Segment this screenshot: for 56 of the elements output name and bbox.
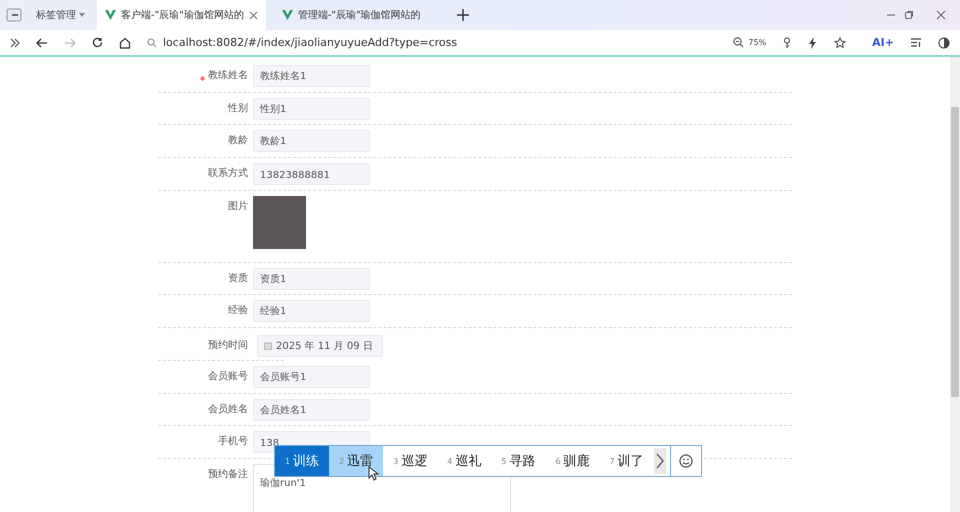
field-label: 性别 (228, 102, 248, 114)
input-field[interactable]: 性别1 (253, 98, 370, 120)
field-label: 教练姓名 (200, 70, 248, 81)
search-icon (147, 38, 157, 48)
ime-candidate[interactable]: 1 训练 (275, 446, 330, 476)
ai-button[interactable]: AI+ (872, 36, 894, 49)
chevrons-icon[interactable] (10, 38, 20, 48)
input-field[interactable]: 经验1 (253, 300, 370, 322)
field-label: 经验 (228, 305, 248, 316)
chevron-right-icon[interactable] (654, 448, 666, 474)
caret-icon[interactable] (79, 13, 85, 17)
input-field[interactable]: 13823888881 (253, 163, 370, 186)
tab-title: 管理端-"辰瑜"瑜伽馆网站的 (298, 8, 421, 22)
field-label: 预约时间 (208, 340, 248, 352)
field-label: 联系方式 (208, 168, 248, 180)
star-icon[interactable] (834, 36, 846, 48)
v-logo-icon (282, 10, 293, 20)
address-bar[interactable]: localhost:8082/#/index/jiaolianyuyueAdd?type=cross (147, 36, 718, 49)
field-label: 手机号 (218, 436, 248, 448)
input-field[interactable]: 资质1 (253, 268, 370, 290)
field-label: 资质 (228, 272, 248, 284)
input-field[interactable]: 会员姓名1 (253, 398, 370, 420)
calendar-icon (264, 342, 272, 350)
home-icon[interactable] (119, 36, 131, 48)
contrast-icon[interactable] (938, 36, 950, 48)
tab-title: 客户端-"辰瑜"瑜伽馆网站的 (121, 8, 244, 22)
restore-icon[interactable] (904, 10, 914, 20)
back-icon[interactable] (36, 38, 48, 48)
input-field[interactable]: 会员账号1 (253, 366, 370, 388)
ime-candidate[interactable]: 6 驯鹿 (545, 446, 600, 476)
key-icon[interactable] (782, 36, 792, 48)
v-logo-icon (105, 10, 116, 20)
zoom-out-icon[interactable] (733, 37, 744, 48)
ime-candidate[interactable]: 7 训了 (600, 446, 654, 476)
close-icon[interactable] (936, 10, 946, 20)
tab-group-button[interactable]: 标签管理 (30, 8, 76, 22)
browser-tab[interactable]: 客户端-"辰瑜"瑜伽馆网站的 (97, 0, 266, 30)
ime-candidate[interactable]: 2 迅雷 (329, 446, 384, 476)
photo-placeholder (253, 196, 306, 249)
zoom-level[interactable]: 75% (748, 38, 766, 47)
list-icon[interactable] (910, 37, 922, 48)
field-label: 会员账号 (208, 370, 248, 382)
field-label: 图片 (228, 200, 248, 212)
field-label: 预约备注 (208, 468, 248, 480)
input-field[interactable]: 教龄1 (253, 130, 370, 152)
scrollbar-thumb[interactable] (951, 107, 959, 397)
browser-tab[interactable]: 管理端-"辰瑜"瑜伽馆网站的 (274, 0, 429, 30)
field-label: 会员姓名 (208, 404, 248, 414)
sidebar-icon[interactable] (6, 8, 22, 22)
bolt-icon[interactable] (808, 36, 818, 48)
input-field[interactable]: 教练姓名1 (253, 65, 370, 87)
close-icon[interactable] (248, 10, 258, 20)
date-field[interactable]: 2025 年 11 月 09 日 (257, 335, 383, 358)
reload-icon[interactable] (92, 37, 103, 48)
field-label: 教龄 (228, 135, 248, 146)
new-tab-icon[interactable] (456, 9, 469, 21)
